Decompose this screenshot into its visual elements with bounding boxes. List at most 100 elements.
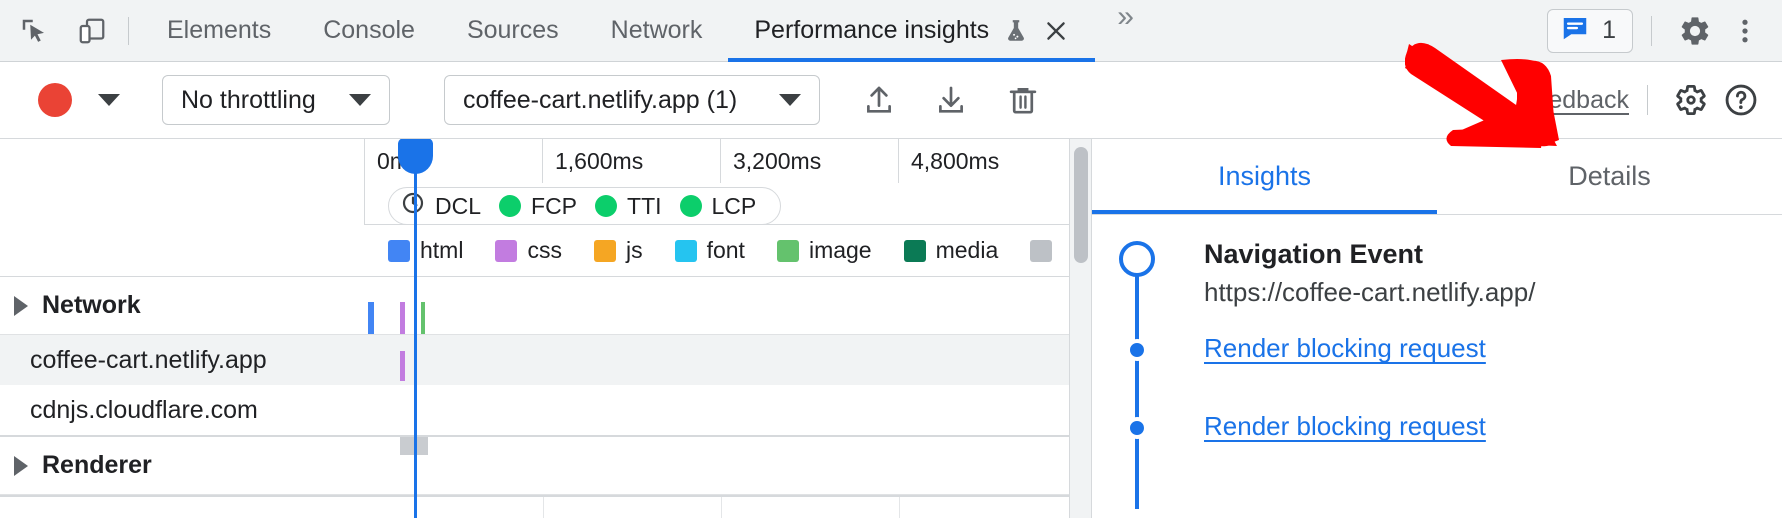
legend-label: css (527, 237, 562, 264)
tab-network[interactable]: Network (585, 0, 729, 62)
track-row-label: cdnjs.cloudflare.com (30, 396, 258, 425)
timeline-ticks: 0ms 1,600ms 3,200ms 4,800ms (365, 139, 1092, 183)
panel-tabs: Elements Console Sources Network Perform… (141, 0, 1153, 62)
record-button[interactable] (38, 83, 72, 117)
legend-item-css: css (495, 237, 562, 264)
close-icon[interactable] (1043, 18, 1069, 44)
tab-label: Performance insights (754, 16, 989, 45)
inspect-cursor-icon[interactable] (10, 9, 58, 53)
insight-link-render-blocking-1[interactable]: Render blocking request (1204, 333, 1486, 364)
gear-icon[interactable] (1666, 76, 1716, 124)
event-rail-node-2 (1126, 417, 1148, 439)
upload-icon[interactable] (852, 75, 906, 125)
legend-label: image (809, 237, 872, 264)
tab-sources[interactable]: Sources (441, 0, 585, 62)
track-divider (0, 495, 1092, 497)
clock-icon (401, 191, 425, 221)
tab-label: Sources (467, 16, 559, 45)
chevron-right-icon (14, 296, 28, 316)
timing-markers-pill[interactable]: DCL FCP TTI LCP (388, 187, 781, 225)
chevron-down-icon (349, 94, 371, 106)
legend-item-media: media (904, 237, 999, 264)
legend-swatch-media (904, 240, 926, 262)
playhead-handle[interactable] (398, 139, 433, 174)
toolbar-right-actions: Feedback (1519, 76, 1782, 124)
chevron-down-icon (779, 94, 801, 106)
marker-label-fcp: FCP (531, 193, 577, 220)
devtools-body: 0ms 1,600ms 3,200ms 4,800ms DCL FCP (0, 139, 1782, 518)
timeline-playhead[interactable] (414, 139, 417, 518)
chevron-right-icon (14, 456, 28, 476)
flask-experimental-icon (1003, 18, 1029, 44)
trash-icon[interactable] (996, 75, 1050, 125)
track-row-label: coffee-cart.netlify.app (30, 346, 267, 375)
legend-item-html: html (388, 237, 463, 264)
tab-label: Network (611, 16, 703, 45)
legend-label: html (420, 237, 463, 264)
performance-toolbar: No throttling coffee-cart.netlify.app (1… (0, 62, 1782, 139)
download-icon[interactable] (924, 75, 978, 125)
help-icon[interactable] (1716, 76, 1766, 124)
event-title: Navigation Event (1204, 239, 1423, 270)
insight-link-render-blocking-2[interactable]: Render blocking request (1204, 411, 1486, 442)
track-group-label: Renderer (42, 451, 152, 480)
kebab-menu-icon[interactable] (1720, 7, 1770, 55)
ruler-tick: 0ms (365, 139, 543, 183)
devtools-window: Elements Console Sources Network Perform… (0, 0, 1782, 518)
more-tabs-chevron-icon[interactable]: » (1095, 0, 1153, 62)
legend-swatch-html (388, 240, 410, 262)
legend-item-font: font (675, 237, 745, 264)
event-rail (1135, 259, 1139, 509)
toolbar-divider (128, 17, 129, 45)
track-group-label: Network (42, 291, 141, 320)
target-page-select[interactable]: coffee-cart.netlify.app (1) (444, 75, 820, 125)
marker-dot-lcp (680, 195, 702, 217)
ruler-tick: 3,200ms (721, 139, 899, 183)
marker-label-tti: TTI (627, 193, 662, 220)
ruler-tick: 1,600ms (543, 139, 721, 183)
marker-label-dcl: DCL (435, 193, 481, 220)
track-group-renderer[interactable]: Renderer (0, 437, 1092, 495)
track-group-network[interactable]: Network (0, 277, 1092, 335)
request-bar-css (400, 302, 405, 334)
network-legend: html css js font (388, 237, 1074, 264)
marker-dot-tti (595, 195, 617, 217)
issues-count: 1 (1602, 16, 1616, 45)
record-options-chevron-down-icon[interactable] (84, 84, 134, 116)
issues-badge[interactable]: 1 (1547, 9, 1633, 53)
timeline-scrollbar[interactable] (1069, 139, 1091, 518)
marker-label-lcp: LCP (712, 193, 757, 220)
throttling-select[interactable]: No throttling (162, 75, 390, 125)
tab-performance-insights[interactable]: Performance insights (728, 0, 1095, 62)
tabbar-divider (1651, 16, 1652, 46)
gear-icon[interactable] (1670, 7, 1720, 55)
track-row-coffee-cart[interactable]: coffee-cart.netlify.app (0, 335, 1092, 385)
network-legend-row: html css js font (0, 225, 1092, 277)
insights-tabs: Insights Details (1092, 139, 1782, 215)
tab-console[interactable]: Console (297, 0, 441, 62)
tab-insights[interactable]: Insights (1092, 139, 1437, 214)
tab-label: Elements (167, 16, 271, 45)
devtools-tabbar: Elements Console Sources Network Perform… (0, 0, 1782, 62)
insights-panel: Insights Details Navigation Event https:… (1092, 139, 1782, 518)
request-bar-html (368, 302, 374, 334)
target-page-value: coffee-cart.netlify.app (1) (463, 86, 737, 115)
timeline-ruler-row: 0ms 1,600ms 3,200ms 4,800ms DCL FCP (0, 139, 1092, 225)
tab-label: Details (1568, 161, 1651, 192)
tab-label: Insights (1218, 161, 1311, 192)
legend-label: media (936, 237, 999, 264)
tab-elements[interactable]: Elements (141, 0, 297, 62)
device-toolbar-icon[interactable] (68, 9, 116, 53)
feedback-link[interactable]: Feedback (1519, 86, 1629, 115)
scrollbar-thumb[interactable] (1074, 147, 1088, 263)
tab-details[interactable]: Details (1437, 139, 1782, 214)
legend-swatch-image (777, 240, 799, 262)
track-row-cdnjs[interactable]: cdnjs.cloudflare.com (0, 385, 1092, 435)
legend-item-image: image (777, 237, 872, 264)
tabbar-right-actions: 1 (1547, 7, 1782, 55)
legend-item-overflow (1030, 240, 1052, 262)
timeline-panel: 0ms 1,600ms 3,200ms 4,800ms DCL FCP (0, 139, 1092, 518)
marker-dot-fcp (499, 195, 521, 217)
legend-swatch-js (594, 240, 616, 262)
request-bar-cdnjs-css (400, 351, 405, 381)
